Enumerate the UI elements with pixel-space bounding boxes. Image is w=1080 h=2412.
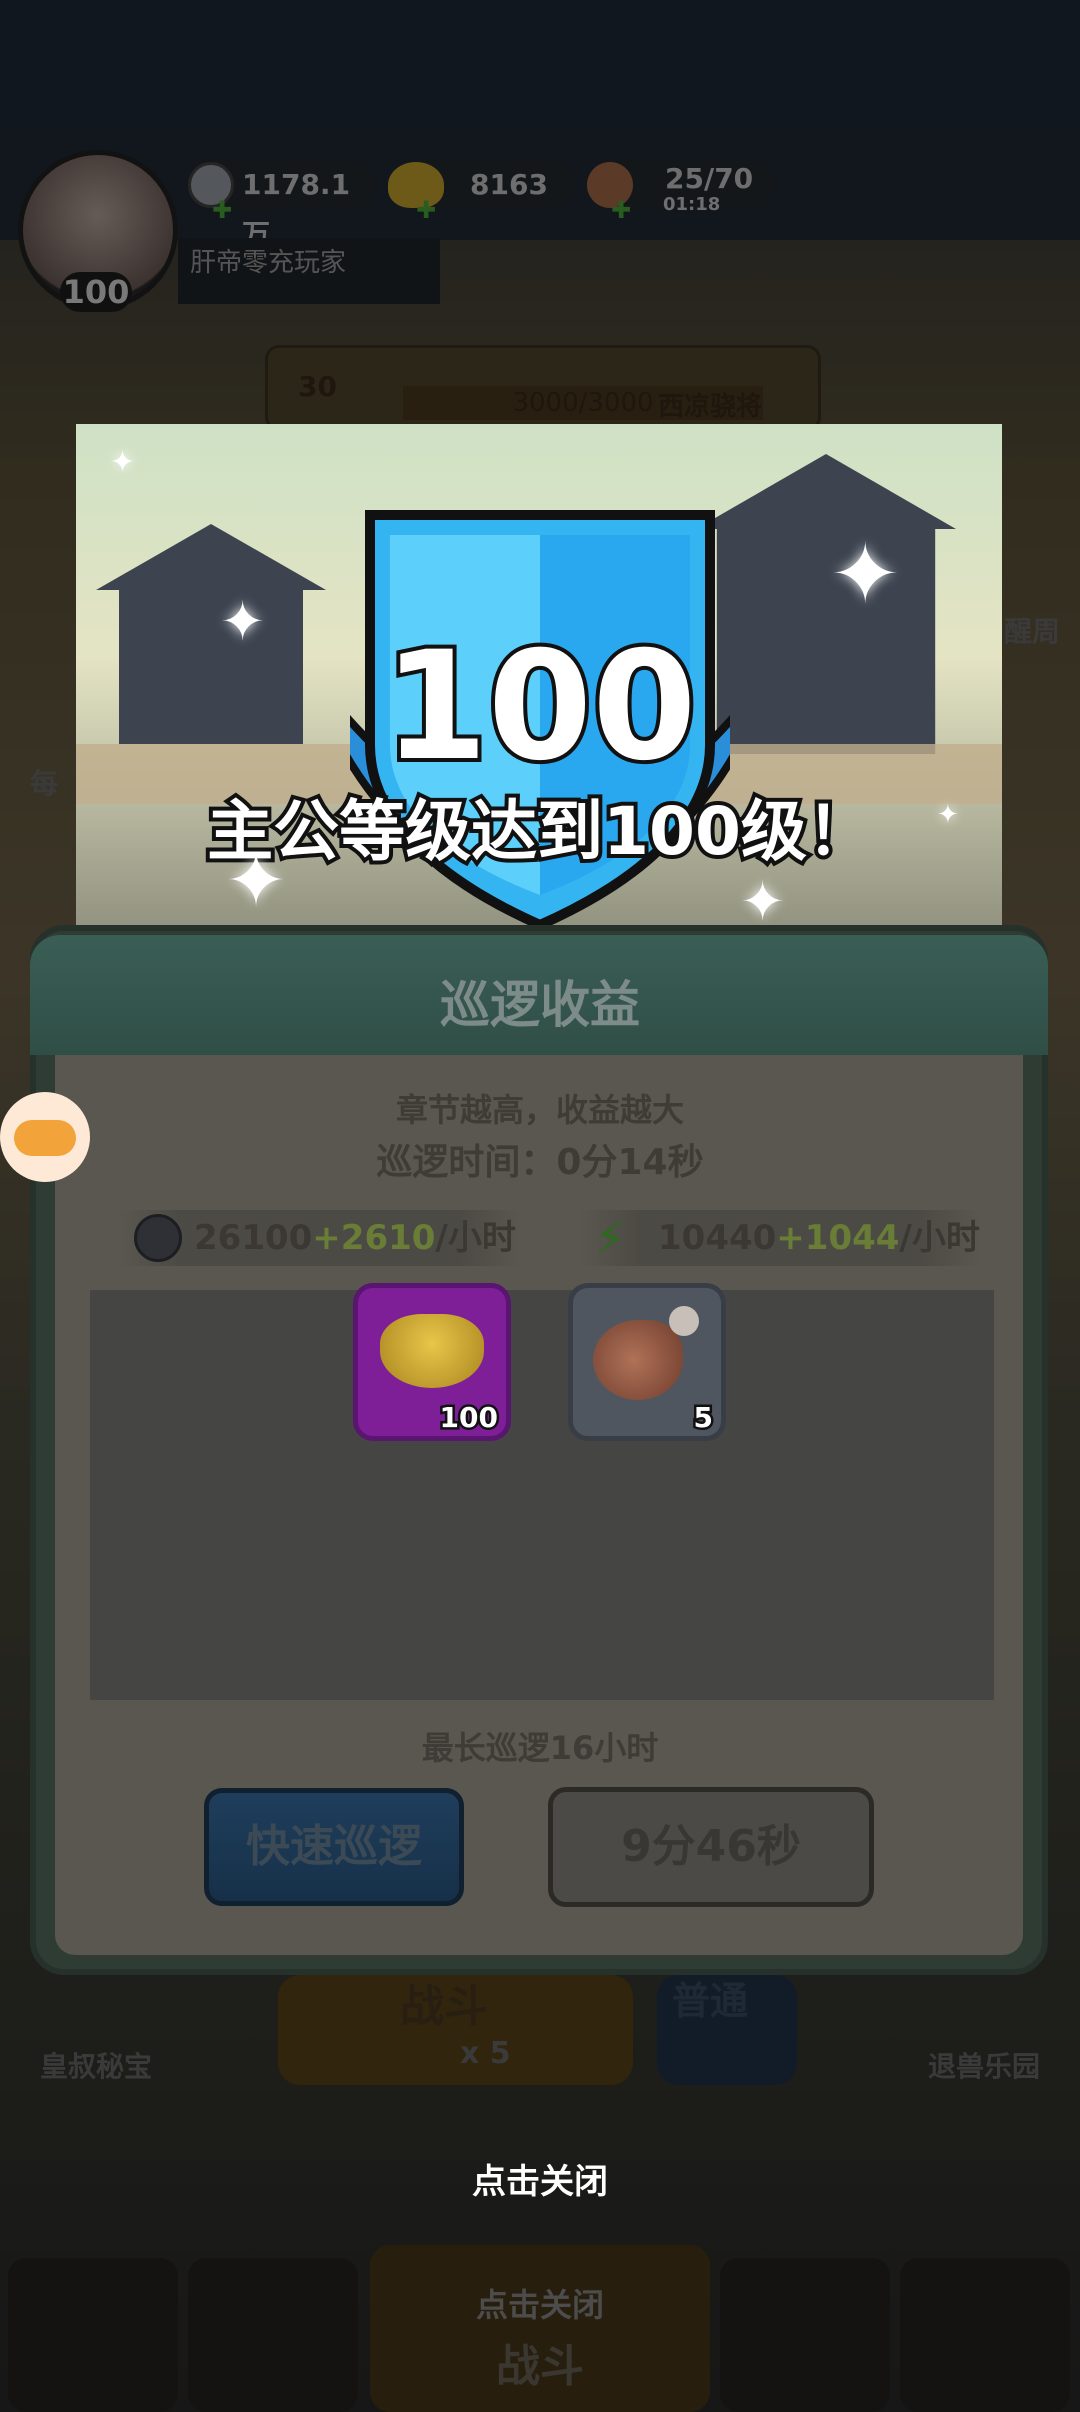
floating-gamepad-button[interactable] <box>0 1092 90 1182</box>
sparkle-icon: ✦ <box>225 838 288 924</box>
exp-rate-bonus: +1044 <box>776 1218 900 1258</box>
tap-to-close-hint[interactable]: 点击关闭 <box>0 2154 1080 2203</box>
gold-ingot-icon <box>380 1314 484 1388</box>
item-count: 5 <box>691 1399 716 1437</box>
levelup-message: 主公等级达到100级！ <box>203 789 877 874</box>
silver-rate: 26100+2610/小时 <box>194 1210 516 1266</box>
silver-rate-bonus: +2610 <box>312 1218 436 1258</box>
silver-rate-base: 26100 <box>194 1218 313 1258</box>
meat-drumstick-icon <box>593 1320 683 1400</box>
silver-rate-bar: 26100+2610/小时 <box>120 1210 520 1266</box>
max-patrol-note: 最长巡逻16小时 <box>421 1729 659 1767</box>
exp-rate-bar: ⚡ 10440+1044/小时 <box>580 1210 980 1266</box>
exp-rate: 10440+1044/小时 <box>658 1210 980 1266</box>
level-number: 100 <box>379 616 700 798</box>
item-count: 100 <box>437 1399 500 1437</box>
reward-grid <box>90 1290 994 1700</box>
reward-item-gold[interactable]: 100 <box>353 1283 511 1441</box>
patrol-title: 巡逻收益 <box>440 976 640 1034</box>
claim-timer-button[interactable]: 9分46秒 <box>548 1787 874 1907</box>
gamepad-icon <box>14 1120 76 1156</box>
exp-rate-base: 10440 <box>658 1218 777 1258</box>
sparkle-icon: ✦ <box>220 590 266 653</box>
quick-patrol-button[interactable]: 快速巡逻 <box>204 1788 464 1906</box>
sparkle-icon: ✦ <box>937 800 959 830</box>
reward-item-meat[interactable]: 5 <box>568 1283 726 1441</box>
silver-coin-icon <box>134 1214 182 1262</box>
patrol-subtitle: 章节越高，收益越大 <box>395 1091 684 1129</box>
silver-rate-unit: /小时 <box>435 1218 516 1258</box>
bone-icon <box>669 1306 699 1336</box>
sparkle-icon: ✦ <box>110 445 136 480</box>
sparkle-icon: ✦ <box>830 525 901 623</box>
lightning-icon: ⚡ <box>594 1211 627 1265</box>
exp-rate-unit: /小时 <box>899 1218 980 1258</box>
patrol-time: 巡逻时间：0分14秒 <box>376 1142 704 1183</box>
sparkle-icon: ✦ <box>740 870 786 933</box>
